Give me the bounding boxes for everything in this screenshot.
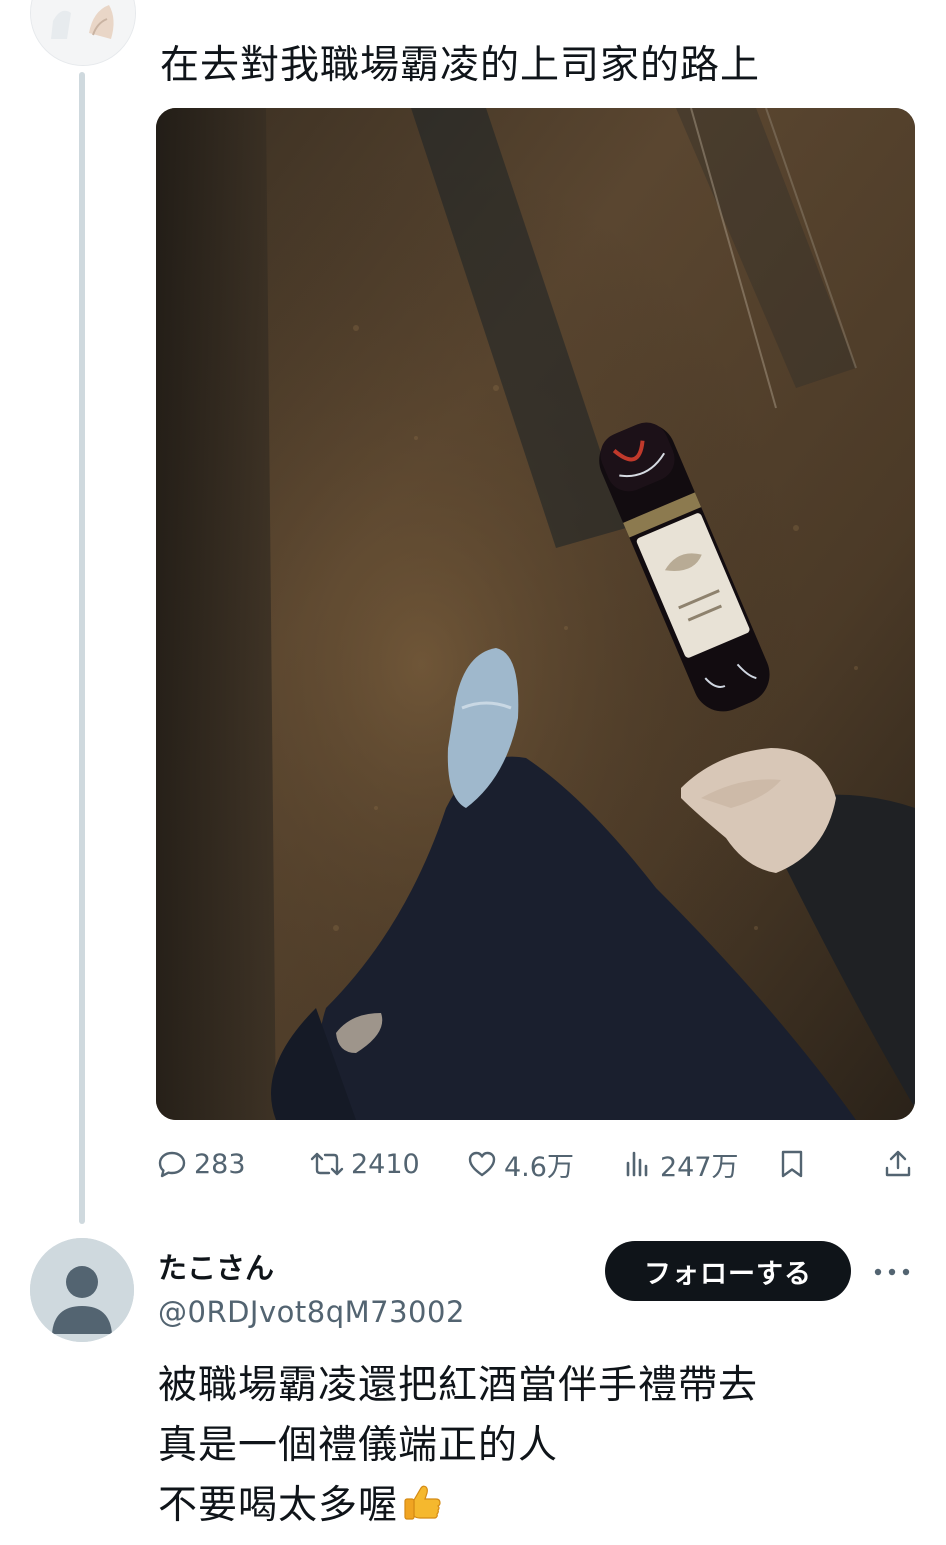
views-button[interactable]: 247万	[622, 1140, 739, 1188]
thread-connector-line	[79, 72, 85, 1224]
like-count: 4.6万	[504, 1151, 574, 1183]
tweet-action-bar: 283 2410 4.6万 247万	[156, 1140, 916, 1188]
reply-text: 被職場霸凌還把紅酒當伴手禮帶去 真是一個禮儀端正的人 不要喝太多喔	[158, 1356, 758, 1542]
share-icon	[882, 1148, 914, 1180]
views-count: 247万	[660, 1151, 739, 1183]
reply-count: 283	[194, 1148, 246, 1180]
views-icon	[622, 1148, 654, 1180]
previous-user-avatar[interactable]	[30, 0, 136, 66]
retweet-count: 2410	[351, 1148, 420, 1180]
reply-display-name[interactable]: たこさん	[158, 1248, 274, 1288]
reply-line-1: 被職場霸凌還把紅酒當伴手禮帶去	[158, 1363, 759, 1408]
like-button[interactable]: 4.6万	[466, 1140, 574, 1188]
tweet-text: 在去對我職場霸凌的上司家的路上	[160, 43, 761, 88]
share-button[interactable]	[882, 1140, 914, 1188]
retweet-icon	[309, 1148, 345, 1180]
reply-icon	[156, 1148, 188, 1180]
tweet-media-photo[interactable]	[156, 108, 915, 1120]
reply-line-3: 不要喝太多喔	[158, 1476, 758, 1542]
follow-button[interactable]: フォローする	[605, 1241, 851, 1301]
reply-user-avatar[interactable]	[30, 1238, 134, 1342]
reply-line-3-text: 不要喝太多喔	[158, 1483, 399, 1528]
reply-username[interactable]: @0RDJvot8qM73002	[158, 1292, 465, 1332]
bookmark-button[interactable]	[776, 1140, 808, 1188]
thumbs-up-icon	[400, 1480, 444, 1542]
heart-icon	[466, 1148, 498, 1180]
bookmark-icon	[776, 1148, 808, 1180]
reply-line-2: 真是一個禮儀端正的人	[158, 1423, 559, 1468]
reply-button[interactable]: 283	[156, 1140, 246, 1188]
more-options-button[interactable]	[872, 1252, 912, 1292]
retweet-button[interactable]: 2410	[309, 1140, 420, 1188]
more-horizontal-icon	[872, 1263, 912, 1282]
